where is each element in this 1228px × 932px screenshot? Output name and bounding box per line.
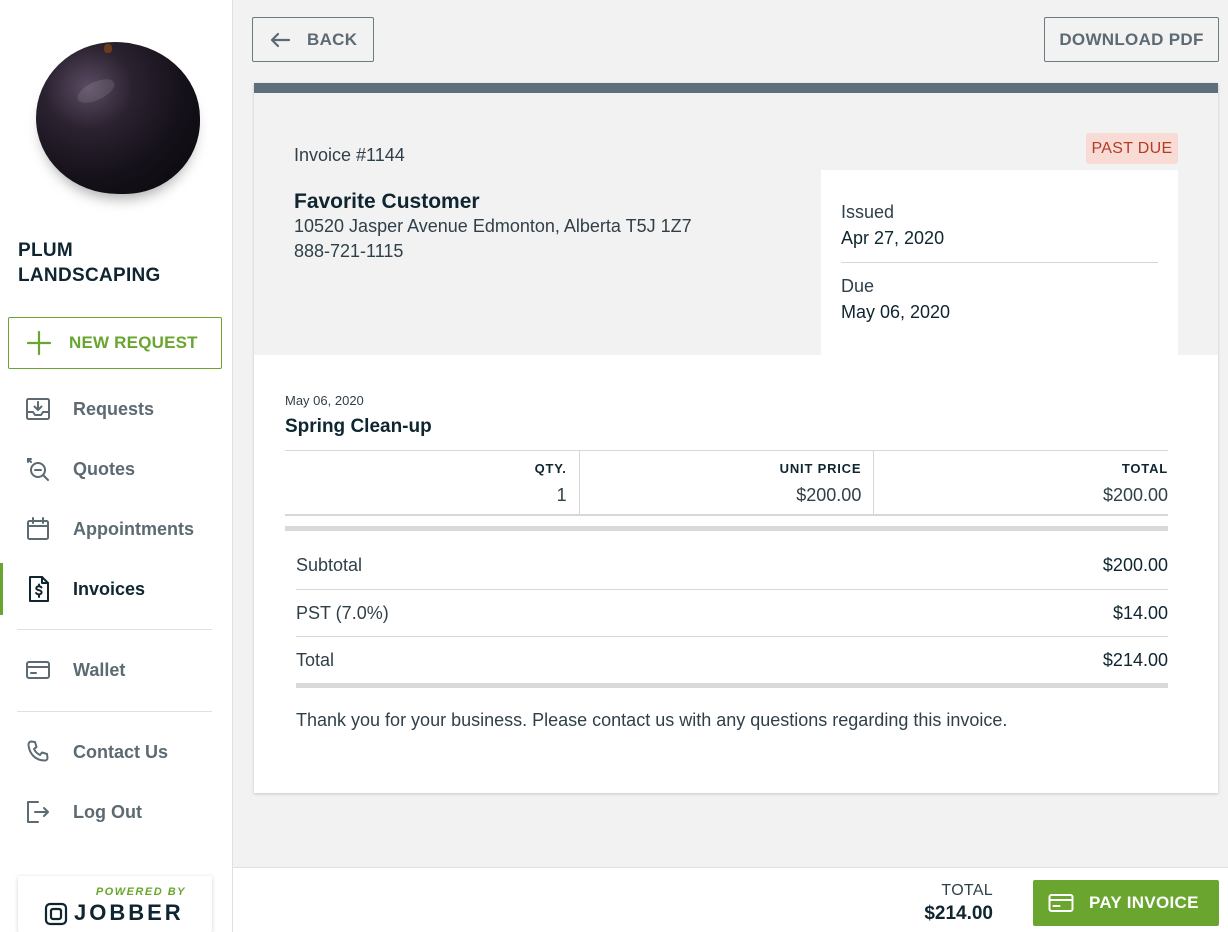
arrow-left-icon [253,32,307,48]
line-items-table: QTY. 1 UNIT PRICE $200.00 TOTAL $200.00 [285,450,1168,516]
powered-by-jobber[interactable]: POWERED BY JOBBER [18,876,212,932]
status-badge: PAST DUE [1086,133,1178,164]
powered-by-text: POWERED BY [95,886,186,898]
column-header: QTY. [534,461,567,476]
plus-icon [9,330,69,356]
credit-card-icon [0,657,73,683]
phone-icon [0,739,73,765]
sidebar-item-label: Requests [73,398,155,419]
sidebar-item-label: Contact Us [73,741,169,762]
invoice-message: Thank you for your business. Please cont… [296,710,1008,730]
sidebar-item-wallet[interactable]: Wallet [0,644,232,696]
customer-name: Favorite Customer [294,190,480,213]
new-request-label: NEW REQUEST [69,333,198,352]
sidebar-item-label: Invoices [73,578,146,599]
inbox-download-icon [0,396,73,422]
pay-invoice-button[interactable]: PAY INVOICE [1033,880,1219,926]
summary-value: $14.00 [1112,603,1168,623]
invoice-number: Invoice #1144 [294,145,405,165]
total-column: TOTAL $200.00 [873,451,1168,514]
summary-label: PST (7.0%) [296,603,389,623]
sidebar-divider [17,711,212,712]
plum-logo [28,24,208,209]
qty-column: QTY. 1 [285,451,579,514]
table-cell: $200.00 [796,485,862,505]
summary-value: $214.00 [1102,650,1168,670]
main-content: BACK DOWNLOAD PDF Invoice #1144 PAST DUE… [233,0,1228,932]
sidebar-item-log-out[interactable]: Log Out [0,786,232,838]
unit-price-column: UNIT PRICE $200.00 [578,451,874,514]
sidebar-item-contact-us[interactable]: Contact Us [0,726,232,778]
plum-image [36,42,200,194]
customer-phone: 888-721-1115 [294,241,404,261]
sidebar-item-appointments[interactable]: Appointments [0,503,232,555]
download-pdf-button[interactable]: DOWNLOAD PDF [1044,17,1219,62]
calendar-icon [0,516,73,542]
new-request-button[interactable]: NEW REQUEST [8,317,222,369]
download-pdf-label: DOWNLOAD PDF [1059,29,1204,49]
due-label: Due [841,276,875,296]
footer-total-label: TOTAL [941,882,993,899]
jobber-logo-icon [44,902,68,931]
sidebar: PLUM LANDSCAPING NEW REQUEST Requests Qu… [0,0,233,932]
sidebar-item-label: Quotes [73,458,136,479]
company-name: PLUM LANDSCAPING [18,240,161,286]
pay-invoice-label: PAY INVOICE [1089,893,1199,912]
payment-footer: TOTAL $214.00 PAY INVOICE [233,867,1228,932]
footer-total-value: $214.00 [924,903,993,924]
sidebar-item-label: Wallet [73,659,126,680]
table-cell: $200.00 [1102,485,1169,505]
credit-card-icon [1033,893,1089,913]
sidebar-divider [17,629,212,630]
customer-address: 10520 Jasper Avenue Edmonton, Alberta T5… [294,216,692,236]
sidebar-item-quotes[interactable]: Quotes [0,443,232,495]
subtotal-row: Subtotal $200.00 [296,542,1168,589]
dates-divider [841,262,1158,263]
issued-label: Issued [841,202,895,222]
plum-stem [104,44,112,53]
invoice-header: Invoice #1144 PAST DUE Favorite Customer… [254,93,1218,355]
quote-search-icon [0,456,73,482]
invoice-dates: Issued Apr 27, 2020 Due May 06, 2020 [821,170,1178,355]
line-item-title: Spring Clean-up [285,416,432,437]
dollar-document-icon [3,575,73,603]
invoice-card: Invoice #1144 PAST DUE Favorite Customer… [254,83,1218,793]
sidebar-item-label: Appointments [73,518,194,539]
back-label: BACK [307,29,358,49]
card-header-bar [254,83,1218,93]
column-header: TOTAL [1121,461,1169,476]
column-header: UNIT PRICE [779,461,862,476]
sidebar-item-label: Log Out [73,801,142,822]
logout-icon [0,799,73,825]
table-divider [285,526,1168,531]
table-cell: 1 [556,485,567,505]
sidebar-item-invoices[interactable]: Invoices [0,563,232,615]
summary-label: Subtotal [296,555,363,575]
line-item-date: May 06, 2020 [285,393,364,408]
due-date: May 06, 2020 [841,302,951,322]
summary-label: Total [296,650,335,670]
issued-date: Apr 27, 2020 [841,228,945,248]
jobber-brand: JOBBER [74,900,184,925]
total-row: Total $214.00 [296,637,1168,684]
sidebar-item-requests[interactable]: Requests [0,383,232,435]
back-button[interactable]: BACK [252,17,374,62]
summary-value: $200.00 [1102,555,1168,575]
summary-bottom-divider [296,683,1168,688]
tax-row: PST (7.0%) $14.00 [296,590,1168,637]
